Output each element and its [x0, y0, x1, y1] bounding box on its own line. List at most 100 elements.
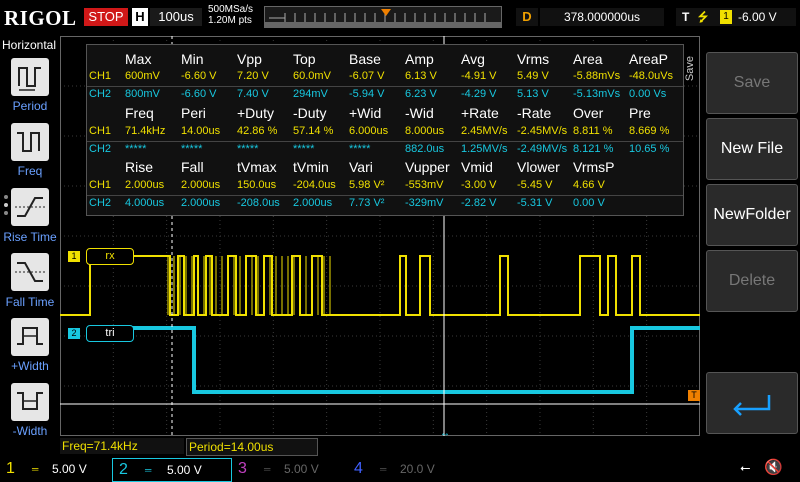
fall-time-icon [15, 262, 45, 282]
measure-cell: CH2 [89, 197, 112, 209]
positive-width-button[interactable] [11, 318, 49, 356]
measure-cell: Top [293, 51, 316, 67]
measure-cell: ***** [349, 143, 371, 155]
trigger-level: -6.00 V [738, 10, 777, 24]
measure-cell: Vari [349, 159, 373, 175]
measure-header-row-2: Freq Peri +Duty -Duty +Wid -Wid +Rate -Rate Over… [87, 105, 683, 122]
measure-cell: 60.0mV [293, 70, 331, 82]
measure-cell: tVmax [237, 159, 277, 175]
measure-cell: -329mV [405, 197, 444, 209]
measure-cell: -5.88mVs [573, 70, 621, 82]
measure-cell: -48.0uVs [629, 70, 674, 82]
measure-cell: -Wid [405, 105, 434, 121]
negative-width-button[interactable] [11, 383, 49, 421]
measure-cell: VrmsP [573, 159, 615, 175]
measure-cell: Vpp [237, 51, 262, 67]
measure-cell: Fall [181, 159, 204, 175]
measure-cell: -6.07 V [349, 70, 385, 82]
measurement-table: Max Min Vpp Top Base Amp Avg Vrms Area AreaP CH1 6… [86, 44, 684, 216]
measure-cell: 5.13 V [517, 88, 549, 100]
measure-cell: AreaP [629, 51, 668, 67]
measure-cell: 57.14 % [293, 125, 334, 137]
memory-overview [264, 6, 502, 28]
measure-cell: Max [125, 51, 152, 67]
measure-cell: -2.82 V [461, 197, 497, 209]
measure-cell: 14.00us [181, 125, 221, 137]
dc-coupling-icon: ═ [32, 464, 39, 474]
negative-width-label: -Width [12, 424, 48, 438]
measure-cell: -5.13mVs [573, 88, 621, 100]
measure-cell: Vlower [517, 159, 560, 175]
ch1-status[interactable]: 1 ═ 5.00 V [0, 458, 110, 480]
measure-cell: Amp [405, 51, 434, 67]
measure-cell: 2.000us [181, 197, 221, 209]
ch2-offset-marker[interactable]: 2 [68, 328, 80, 339]
page-dot [4, 203, 8, 207]
save-button[interactable]: Save [706, 52, 798, 114]
period-button[interactable] [11, 58, 49, 96]
ch3-status[interactable]: 3 ═ 5.00 V [232, 458, 342, 480]
measure-cell: -553mV [405, 179, 444, 191]
measure-cell: 6.000us [349, 125, 389, 137]
rigol-logo: RIGOL [4, 6, 77, 30]
measure-cell: 7.20 V [237, 70, 269, 82]
measure-cell: Min [181, 51, 204, 67]
dc-coupling-icon: ═ [380, 464, 387, 474]
delay-value[interactable]: 378.000000us [540, 8, 664, 26]
measure-cell: -2.45MV/s [517, 125, 568, 137]
ch1-offset-marker[interactable]: 1 [68, 251, 80, 262]
measure-cell: 600mV [125, 70, 160, 82]
ch3-number: 3 [238, 460, 247, 477]
ch2-status[interactable]: 2 ═ 5.00 V [112, 458, 232, 482]
measure-header-row-3: Rise Fall tVmax tVmin Vari Vupper Vmid Vlower Vr… [87, 159, 683, 176]
measure-cell: 8.669 % [629, 125, 670, 137]
measure-cell: ***** [237, 143, 259, 155]
ch1-number: 1 [6, 460, 15, 477]
measure-header-row-1: Max Min Vpp Top Base Amp Avg Vrms Area AreaP [87, 51, 683, 68]
measure-cell: 42.86 % [237, 125, 278, 137]
ch1-label-tag[interactable]: rx [86, 248, 134, 265]
ch2-label-tag[interactable]: tri [86, 325, 134, 342]
measure-cell: Avg [461, 51, 485, 67]
sample-info: 500MSa/s 1.20M pts [208, 4, 253, 26]
timebase-value[interactable]: 100us [150, 8, 202, 26]
new-folder-button[interactable]: NewFolder [706, 184, 798, 246]
measure-cell: -2.49MV/s [517, 143, 568, 155]
trigger-status[interactable]: T ⭍ 1 -6.00 V [676, 8, 796, 26]
measure-cell: Vrms [517, 51, 550, 67]
measure-cell: -Rate [517, 105, 552, 121]
rise-time-icon [15, 197, 45, 217]
negative-width-icon [17, 392, 43, 410]
memory-waveform-thumbnail [265, 7, 501, 27]
measure-cell: ***** [125, 143, 147, 155]
measure-cell: 2.000us [181, 179, 221, 191]
rise-time-label: Rise Time [3, 230, 57, 244]
measure-cell: Pre [629, 105, 651, 121]
measure-cell: CH1 [89, 179, 112, 191]
run-stop-status[interactable]: STOP [84, 8, 128, 26]
trigger-edge-icon: ⭍ [698, 10, 708, 24]
page-dot [4, 195, 8, 199]
measure-cell: 10.65 % [629, 143, 670, 155]
delay-label: D [516, 8, 538, 26]
period-icon [18, 67, 41, 91]
measure-cell: CH1 [89, 70, 112, 82]
measure-cell: -204.0us [293, 179, 336, 191]
period-readout: Period=14.00us [186, 438, 318, 456]
ch1-scale: 5.00 V [52, 462, 87, 476]
measure-cell: 4.66 V [573, 179, 605, 191]
trigger-level-marker[interactable]: T [688, 390, 700, 401]
return-button[interactable] [706, 372, 798, 434]
freq-button[interactable] [11, 123, 49, 161]
new-file-button[interactable]: New File [706, 118, 798, 180]
fall-time-button[interactable] [11, 253, 49, 291]
positive-width-icon [17, 327, 43, 345]
ch3-scale: 5.00 V [284, 462, 319, 476]
measure-cell: 8.811 % [573, 125, 613, 137]
speaker-mute-icon[interactable]: 🔇 [764, 458, 783, 476]
measure-cell: 6.23 V [405, 88, 437, 100]
delete-button[interactable]: Delete [706, 250, 798, 312]
measure-cell: Over [573, 105, 604, 121]
rise-time-button[interactable] [11, 188, 49, 226]
ch4-status[interactable]: 4 ═ 20.0 V [348, 458, 460, 480]
